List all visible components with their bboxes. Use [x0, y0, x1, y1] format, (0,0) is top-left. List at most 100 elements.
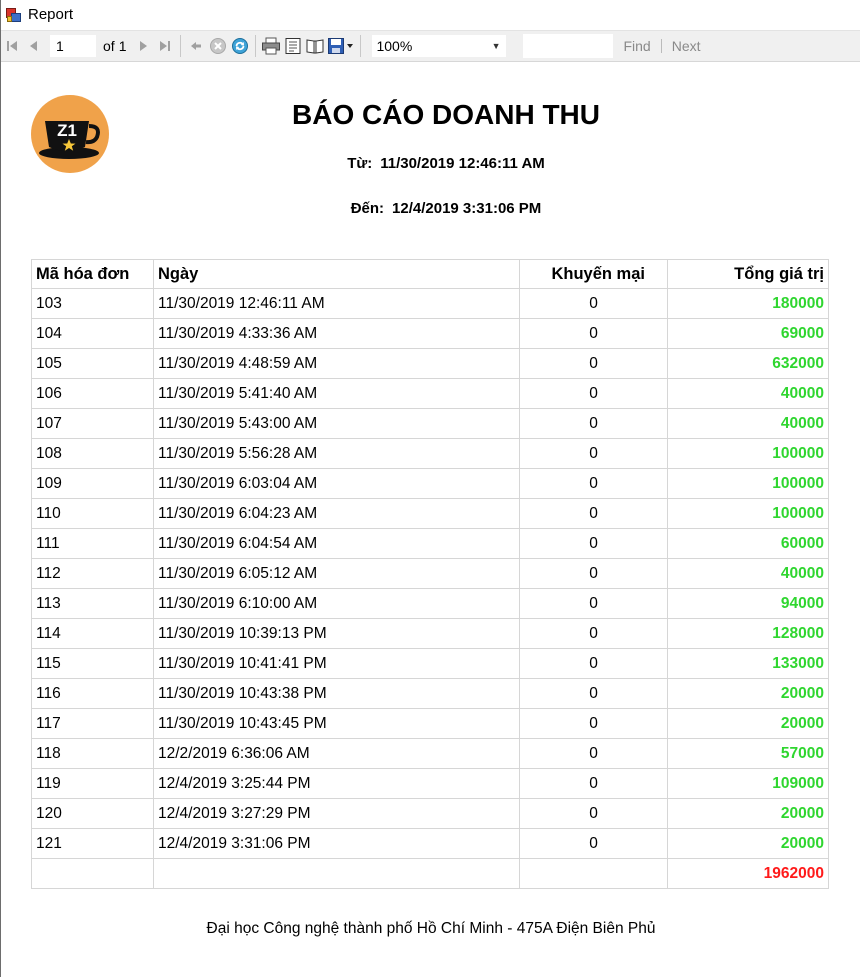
cell-promotion: 0: [519, 378, 668, 409]
cell-total: 20000: [667, 798, 829, 829]
find-text-input[interactable]: [523, 34, 614, 58]
cell-promotion: 0: [519, 408, 668, 439]
cell-promotion: 0: [519, 798, 668, 829]
cell-promotion: 0: [519, 678, 668, 709]
column-header-date: Ngày: [153, 259, 520, 289]
table-row: 103 11/30/2019 12:46:11 AM 0 180000: [31, 288, 829, 319]
table-body: 103 11/30/2019 12:46:11 AM 0 180000 104 11/30…: [31, 288, 829, 889]
cell-total: 100000: [667, 438, 829, 469]
last-page-icon[interactable]: [154, 35, 176, 57]
cell-total: 128000: [667, 618, 829, 649]
revenue-table: Mã hóa đơn Ngày Khuyến mại Tổng giá trị …: [31, 259, 829, 889]
report-title: BÁO CÁO DOANH THU: [292, 99, 600, 130]
date-from-label: Từ:: [347, 155, 373, 172]
cell-total: 20000: [667, 678, 829, 709]
cell-total: 60000: [667, 528, 829, 559]
print-icon[interactable]: [260, 35, 282, 57]
cell-date: 11/30/2019 6:05:12 AM: [153, 558, 520, 589]
cell-date: 12/4/2019 3:25:44 PM: [153, 768, 520, 799]
cell-promotion: 0: [519, 618, 668, 649]
zoom-value: 100%: [376, 38, 413, 54]
report-app-icon: [5, 7, 21, 23]
cell-date: 11/30/2019 6:04:54 AM: [153, 528, 520, 559]
cell-total: 94000: [667, 588, 829, 619]
cell-invoice-id: 105: [31, 348, 154, 379]
cell-promotion: 0: [519, 588, 668, 619]
toolbar-separator: [180, 35, 182, 57]
cell-date: 11/30/2019 5:41:40 AM: [153, 378, 520, 409]
cell-invoice-id: 107: [31, 408, 154, 439]
date-to-value: 12/4/2019 3:31:06 PM: [392, 200, 542, 217]
cell-date: 11/30/2019 4:48:59 AM: [153, 348, 520, 379]
dropdown-arrow-icon: ▼: [491, 41, 501, 51]
table-row: 107 11/30/2019 5:43:00 AM 0 40000: [31, 408, 829, 439]
table-total-row: 1962000: [31, 858, 829, 889]
find-button[interactable]: Find: [623, 38, 650, 54]
cell-date: 11/30/2019 5:56:28 AM: [153, 438, 520, 469]
cell-promotion: 0: [519, 318, 668, 349]
cell-date: 11/30/2019 6:03:04 AM: [153, 468, 520, 499]
cell-date: 12/4/2019 3:27:29 PM: [153, 798, 520, 829]
table-row: 112 11/30/2019 6:05:12 AM 0 40000: [31, 558, 829, 589]
empty-cell: [31, 858, 154, 889]
cell-invoice-id: 104: [31, 318, 154, 349]
cell-date: 11/30/2019 5:43:00 AM: [153, 408, 520, 439]
find-separator: [660, 39, 662, 53]
cell-promotion: 0: [519, 348, 668, 379]
export-icon[interactable]: [326, 35, 356, 57]
cell-invoice-id: 120: [31, 798, 154, 829]
date-from-value: 11/30/2019 12:46:11 AM: [380, 155, 545, 172]
table-row: 118 12/2/2019 6:36:06 AM 0 57000: [31, 738, 829, 769]
date-from-line: Từ: 11/30/2019 12:46:11 AM: [1, 155, 860, 172]
cell-total: 20000: [667, 708, 829, 739]
cell-promotion: 0: [519, 768, 668, 799]
cell-total: 632000: [667, 348, 829, 379]
table-row: 106 11/30/2019 5:41:40 AM 0 40000: [31, 378, 829, 409]
current-page-input[interactable]: 1: [49, 34, 97, 58]
cell-invoice-id: 121: [31, 828, 154, 859]
refresh-icon[interactable]: [229, 35, 251, 57]
cell-invoice-id: 115: [31, 648, 154, 679]
cell-promotion: 0: [519, 438, 668, 469]
cell-promotion: 0: [519, 558, 668, 589]
table-header-row: Mã hóa đơn Ngày Khuyến mại Tổng giá trị: [31, 259, 829, 289]
cell-total: 40000: [667, 558, 829, 589]
report-footer: Đại học Công nghệ thành phố Hồ Chí Minh …: [206, 920, 656, 937]
cell-date: 11/30/2019 4:33:36 AM: [153, 318, 520, 349]
report-page: Z1 BÁO CÁO DOANH THU Từ: 11/30/2019 12:46…: [1, 63, 860, 977]
stop-icon[interactable]: [207, 35, 229, 57]
page-setup-icon[interactable]: [304, 35, 326, 57]
table-row: 115 11/30/2019 10:41:41 PM 0 133000: [31, 648, 829, 679]
cell-promotion: 0: [519, 528, 668, 559]
cell-invoice-id: 109: [31, 468, 154, 499]
cell-invoice-id: 111: [31, 528, 154, 559]
cell-total: 40000: [667, 408, 829, 439]
grand-total-value: 1962000: [667, 858, 829, 889]
cell-total: 100000: [667, 498, 829, 529]
cell-invoice-id: 113: [31, 588, 154, 619]
cell-invoice-id: 118: [31, 738, 154, 769]
cell-date: 11/30/2019 10:39:13 PM: [153, 618, 520, 649]
column-header-promotion: Khuyến mại: [519, 259, 668, 289]
cell-total: 180000: [667, 288, 829, 319]
empty-cell: [153, 858, 520, 889]
next-page-icon[interactable]: [132, 35, 154, 57]
table-row: 105 11/30/2019 4:48:59 AM 0 632000: [31, 348, 829, 379]
find-next-button[interactable]: Next: [672, 38, 701, 54]
cell-invoice-id: 114: [31, 618, 154, 649]
cell-promotion: 0: [519, 738, 668, 769]
empty-cell: [519, 858, 668, 889]
cell-date: 11/30/2019 10:41:41 PM: [153, 648, 520, 679]
cell-date: 11/30/2019 6:04:23 AM: [153, 498, 520, 529]
table-row: 119 12/4/2019 3:25:44 PM 0 109000: [31, 768, 829, 799]
first-page-icon[interactable]: [1, 35, 23, 57]
cell-total: 20000: [667, 828, 829, 859]
table-row: 120 12/4/2019 3:27:29 PM 0 20000: [31, 798, 829, 829]
zoom-select[interactable]: 100% ▼: [371, 34, 508, 58]
print-layout-icon[interactable]: [282, 35, 304, 57]
back-icon[interactable]: [185, 35, 207, 57]
previous-page-icon[interactable]: [23, 35, 45, 57]
table-row: 114 11/30/2019 10:39:13 PM 0 128000: [31, 618, 829, 649]
cell-date: 11/30/2019 10:43:45 PM: [153, 708, 520, 739]
table-row: 117 11/30/2019 10:43:45 PM 0 20000: [31, 708, 829, 739]
